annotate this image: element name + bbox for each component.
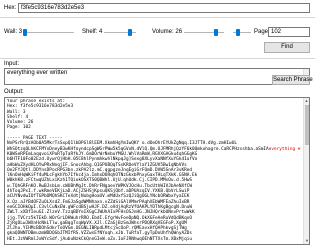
volume-slider[interactable] <box>184 28 224 37</box>
volume-label: Volume: 26 <box>152 29 183 35</box>
phrase-input[interactable]: everything ever written <box>4 68 310 85</box>
hex-input[interactable]: f3fe5c9316e783d2e5e3 <box>18 3 310 13</box>
search-phrase-button[interactable]: Search Phrase <box>272 75 313 85</box>
wall-slider[interactable] <box>22 28 74 37</box>
shelf-label: Shelf: 4 <box>82 29 103 35</box>
divider <box>0 17 315 18</box>
output-text: Your phrase exists at: Hex: f3fe5c9316e78… <box>7 99 301 242</box>
input-label: Input: <box>4 61 20 67</box>
shelf-slider[interactable] <box>104 28 136 37</box>
output-scrollbar[interactable]: ▲ ▼ <box>303 98 309 244</box>
output-scrollbar-thumb[interactable] <box>305 105 309 145</box>
hex-label: Hex: <box>4 5 17 11</box>
highlighted-phrase: everything ever written <box>268 146 301 152</box>
wall-label: Wall: 3 <box>4 29 23 35</box>
output-textbox[interactable]: Your phrase exists at: Hex: f3fe5c9316e78… <box>4 97 310 245</box>
page-slider-thumb[interactable] <box>235 29 240 36</box>
scroll-up-arrow-icon[interactable]: ▲ <box>304 98 309 104</box>
output-label: Output: <box>4 89 24 95</box>
volume-slider-thumb[interactable] <box>214 29 218 36</box>
output-line: HEt.JzVWRmlJxWYcSdf.jAubuNzkCkQnnGIeW.oZ… <box>7 236 193 242</box>
find-button[interactable]: Find <box>264 42 310 53</box>
scroll-down-arrow-icon[interactable]: ▼ <box>304 238 309 244</box>
phrase-input-text: everything ever written <box>7 70 68 76</box>
divider <box>0 58 315 59</box>
shelf-slider-thumb[interactable] <box>127 29 132 36</box>
page-slider[interactable] <box>233 28 251 37</box>
wall-slider-thumb[interactable] <box>22 29 27 36</box>
page-input[interactable]: 102 <box>268 27 310 37</box>
